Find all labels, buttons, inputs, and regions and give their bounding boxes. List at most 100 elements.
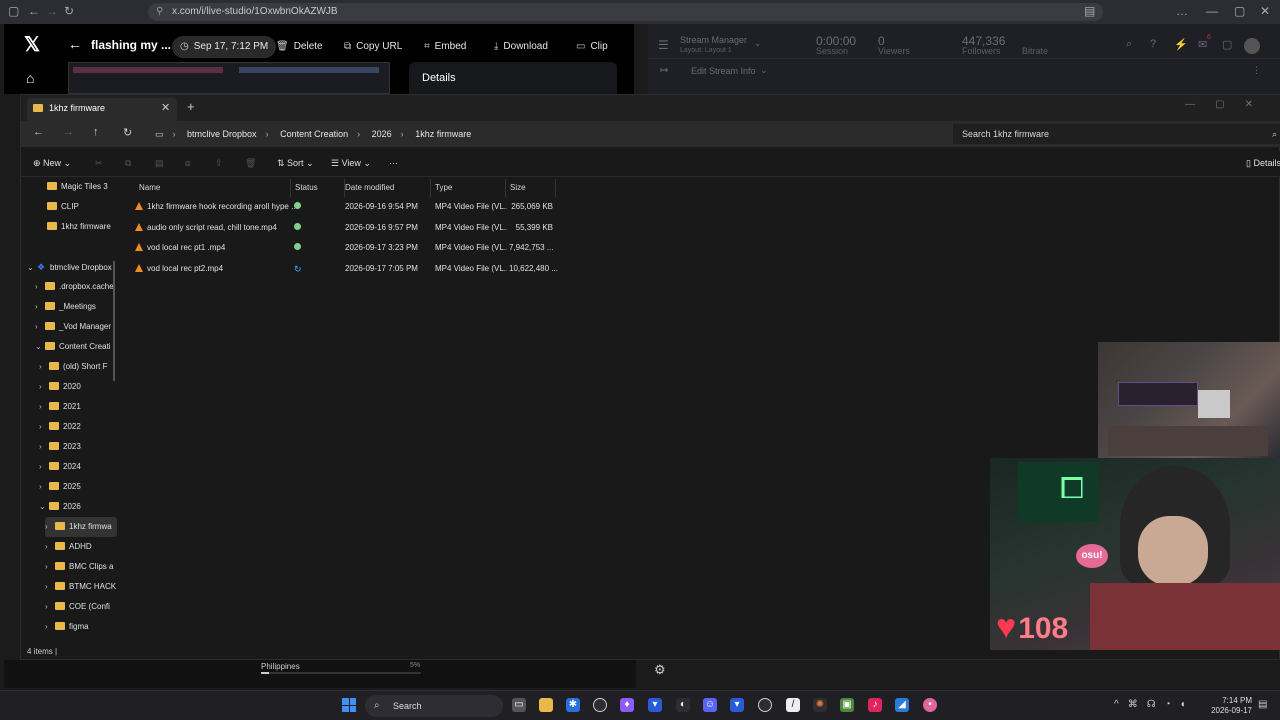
chevron-right-icon[interactable]: › — [39, 437, 49, 457]
tree-item[interactable]: › 1khz firmwa — [45, 517, 117, 537]
inbox-icon[interactable]: ✉ — [1198, 38, 1207, 51]
tree-item[interactable]: ⌄ Content Creati — [35, 337, 117, 357]
notification-icon[interactable]: ▤ — [1258, 699, 1267, 710]
share-icon[interactable]: ⇪ — [215, 158, 223, 169]
home-icon[interactable]: ⌂ — [26, 70, 34, 86]
gear-icon[interactable]: ⚙ — [654, 662, 666, 678]
tree-item[interactable]: › BTMC HACK — [45, 577, 117, 597]
breadcrumb-item[interactable]: btmclive Dropbox — [187, 129, 257, 139]
edit-stream-info-button[interactable]: Edit Stream Info — [691, 66, 756, 76]
app-icon[interactable]: ✺ — [813, 698, 827, 712]
windows-start-icon[interactable] — [342, 698, 356, 712]
app-icon[interactable]: ◐ — [676, 698, 690, 712]
chevron-down-icon[interactable]: ⌄ — [39, 497, 49, 517]
chevron-right-icon[interactable]: › — [39, 477, 49, 497]
chevron-down-icon[interactable]: ⌄ — [35, 337, 45, 357]
search-icon[interactable]: ⌕ — [1126, 38, 1132, 51]
column-header-date[interactable]: Date modified — [341, 179, 431, 197]
column-header-status[interactable]: Status — [291, 179, 345, 197]
close-window-icon[interactable]: ✕ — [1260, 4, 1270, 18]
more-options-button[interactable]: ··· — [389, 158, 398, 168]
copy-icon[interactable]: ⧉ — [125, 158, 131, 169]
chevron-right-icon[interactable]: › — [35, 277, 45, 297]
notepad-icon[interactable]: / — [786, 698, 800, 712]
osu-icon[interactable]: • — [923, 698, 937, 712]
copy-url-button[interactable]: ⧉ Copy URL — [336, 36, 410, 58]
explorer-window-controls[interactable]: —▢✕ — [1185, 99, 1273, 110]
maximize-icon[interactable]: ▢ — [1234, 4, 1245, 18]
activity-icon[interactable]: ⚡ — [1174, 38, 1188, 51]
download-button[interactable]: ⤓ Download — [486, 36, 556, 58]
discord-icon[interactable]: ☺ — [703, 698, 717, 712]
sort-button[interactable]: ⇅ Sort ⌄ — [277, 158, 314, 169]
clip-button[interactable]: ▭ Clip — [568, 36, 616, 58]
up-icon[interactable]: ↑ — [93, 126, 99, 138]
chevron-right-icon[interactable]: › — [39, 357, 49, 377]
delete-icon[interactable]: 🗑 — [245, 158, 256, 169]
bitwarden-icon[interactable]: ▾ — [730, 698, 744, 712]
delete-button[interactable]: 🗑 Delete — [268, 36, 331, 58]
tree-item[interactable]: Magic Tiles 3 — [37, 177, 117, 197]
new-tab-icon[interactable]: + — [187, 99, 195, 114]
tree-item[interactable]: › .dropbox.cache — [35, 277, 117, 297]
chevron-right-icon[interactable]: › — [39, 397, 49, 417]
chevron-right-icon[interactable]: › — [45, 557, 55, 577]
reload-icon[interactable]: ↻ — [64, 4, 74, 18]
navigation-scrollbar[interactable] — [113, 261, 115, 381]
tree-item[interactable]: CLIP — [37, 197, 117, 217]
tree-item[interactable]: › BMC Clips a — [45, 557, 117, 577]
tree-item[interactable]: › 2022 — [39, 417, 117, 437]
app-icon[interactable]: ▣ — [840, 698, 854, 712]
back-icon[interactable]: ← — [33, 126, 44, 138]
obs-icon[interactable] — [593, 698, 607, 712]
tree-item[interactable]: › COE (Confi — [45, 597, 117, 617]
column-header-size[interactable]: Size — [506, 179, 556, 197]
view-button[interactable]: ☰ View ⌄ — [331, 158, 371, 169]
chevron-right-icon[interactable]: › — [45, 597, 55, 617]
system-tray[interactable]: ^⌘☊◔◖ — [1114, 699, 1195, 710]
tree-item[interactable]: › _Meetings — [35, 297, 117, 317]
forward-icon[interactable]: → — [63, 126, 74, 138]
task-view-icon[interactable]: ▭ — [512, 698, 526, 712]
breadcrumb-item[interactable]: 1khz firmware — [415, 129, 471, 139]
chevron-right-icon[interactable]: › — [39, 457, 49, 477]
kebab-icon[interactable]: ⋮ — [1252, 65, 1261, 76]
avatar[interactable] — [1244, 38, 1260, 54]
breadcrumb[interactable]: ▭ › btmclive Dropbox › Content Creation › 2… — [149, 124, 947, 144]
forward-icon[interactable]: → — [46, 4, 58, 18]
tree-item[interactable]: ⌄ ❖ btmclive Dropbox — [27, 257, 117, 277]
shield-icon[interactable]: ▾ — [648, 698, 662, 712]
tree-item[interactable]: 1khz firmware — [37, 217, 117, 237]
chevron-right-icon[interactable]: › — [39, 417, 49, 437]
back-icon[interactable]: ← — [28, 4, 40, 18]
sidebar-toggle-icon[interactable]: ▢ — [8, 4, 19, 18]
paste-icon[interactable]: ▤ — [155, 158, 164, 169]
tree-item[interactable]: › 2021 — [39, 397, 117, 417]
breadcrumb-item[interactable]: Content Creation — [280, 129, 348, 139]
file-explorer-icon[interactable] — [539, 698, 553, 712]
chevron-right-icon[interactable]: › — [35, 317, 45, 337]
table-row[interactable]: audio only script read, chill tone.mp4 20… — [121, 218, 561, 238]
tree-item[interactable]: › 2024 — [39, 457, 117, 477]
date-pill[interactable]: ◷ Sep 17, 7:12 PM — [172, 36, 277, 58]
table-row[interactable]: vod local rec pt2.mp4 ↻ 2026-09-17 7:05 PM… — [121, 259, 561, 279]
tiktok-icon[interactable]: ♪ — [868, 698, 882, 712]
taskbar-search[interactable]: ⌕ Search — [365, 695, 503, 717]
tree-item[interactable]: ⌄ 2026 — [39, 497, 117, 517]
chevron-right-icon[interactable]: › — [35, 297, 45, 317]
chevron-right-icon[interactable]: › — [45, 577, 55, 597]
chevron-right-icon[interactable]: › — [45, 517, 55, 537]
tree-item[interactable]: › 2020 — [39, 377, 117, 397]
reader-icon[interactable]: ▤ — [1084, 4, 1095, 18]
tree-item[interactable]: › (old) Short F — [39, 357, 117, 377]
tree-item[interactable]: › _Vod Manager — [35, 317, 117, 337]
column-header-name[interactable]: Name — [135, 179, 291, 197]
collapse-icon[interactable]: ↦ — [660, 65, 668, 76]
app-icon[interactable]: ♦ — [620, 698, 634, 712]
tree-item[interactable]: › ADHD — [45, 537, 117, 557]
chevron-right-icon[interactable]: › — [45, 617, 55, 637]
chevron-right-icon[interactable]: › — [39, 377, 49, 397]
breadcrumb-item[interactable]: 2026 — [372, 129, 392, 139]
video-thumbnail[interactable] — [68, 62, 390, 94]
tree-item[interactable]: › figma — [45, 617, 117, 637]
